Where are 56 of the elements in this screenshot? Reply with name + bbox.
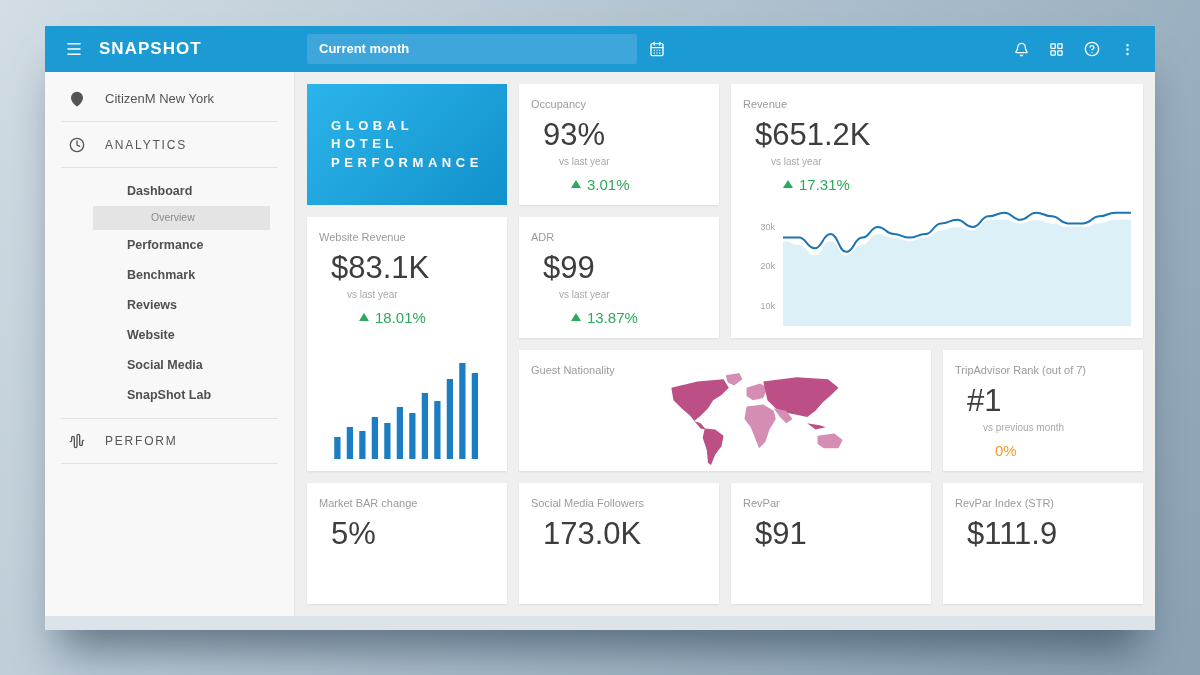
card-label: Website Revenue — [319, 230, 406, 245]
comparison-label: vs previous month — [983, 420, 1065, 435]
card-label: RevPar Index (STR) — [955, 496, 1055, 511]
change-value: 3.01% — [587, 176, 630, 192]
menu-icon[interactable] — [65, 40, 83, 58]
card-value: $651.2K — [755, 118, 871, 150]
up-triangle-icon — [571, 313, 581, 321]
bell-icon[interactable] — [1014, 41, 1029, 57]
location-label[interactable]: CitizenM New York — [105, 88, 215, 109]
help-icon[interactable] — [1084, 41, 1100, 57]
section-label[interactable]: PERFORM — [105, 432, 178, 450]
comparison-label: vs last year — [559, 287, 610, 302]
card-value: $83.1K — [331, 251, 430, 283]
card-label: Revenue — [743, 97, 788, 112]
card-value: 93% — [543, 118, 606, 150]
waveform-icon — [69, 433, 85, 449]
grid-icon[interactable] — [1049, 41, 1064, 57]
comparison-label: vs last year — [559, 154, 610, 169]
app-title: SNAPSHOT — [99, 38, 202, 61]
banner-title: GLOBAL HOTEL PERFORMANCE — [331, 117, 483, 172]
nav-item[interactable]: Benchmark — [115, 260, 270, 290]
nav-item[interactable]: SnapShot Lab — [115, 380, 270, 410]
change-value: 0% — [995, 442, 1017, 458]
card-value: 173.0K — [543, 517, 642, 549]
nav-item[interactable]: Performance — [115, 230, 270, 260]
up-triangle-icon — [571, 180, 581, 188]
card-label: TripAdvisor Rank (out of 7) — [955, 363, 1087, 378]
axis-label: 30k — [760, 220, 775, 234]
change-value: 17.31% — [799, 176, 850, 192]
change-value: 18.01% — [375, 309, 426, 325]
card-value: #1 — [967, 384, 1002, 416]
card-value: $99 — [543, 251, 595, 283]
nav-item[interactable]: Dashboard — [115, 176, 270, 206]
card-label: Guest Nationality — [531, 363, 615, 378]
comparison-label: vs last year — [771, 154, 822, 169]
calendar-icon[interactable] — [649, 41, 665, 57]
card-value: 5% — [331, 517, 376, 549]
axis-label: 10k — [760, 299, 775, 313]
nav-item[interactable]: Reviews — [115, 290, 270, 320]
up-triangle-icon — [783, 180, 793, 188]
axis-label: 20k — [760, 260, 775, 273]
comparison-label: vs last year — [347, 287, 398, 302]
section-label[interactable]: ANALYTICS — [105, 135, 187, 154]
card-label: Social Media Followers — [531, 496, 645, 511]
nav-item[interactable]: Social Media — [115, 350, 270, 380]
card-value: $111.9 — [967, 517, 1058, 549]
card-label: Market BAR change — [319, 496, 418, 511]
nav-item[interactable]: Website — [115, 320, 270, 350]
up-triangle-icon — [359, 313, 369, 321]
map-pin-icon — [69, 90, 85, 107]
card-value: $91 — [755, 517, 807, 549]
change-value: 13.87% — [587, 309, 638, 325]
card-label: ADR — [531, 230, 555, 245]
card-label: RevPar — [743, 496, 780, 511]
clock-icon — [69, 136, 85, 153]
card-label: Occupancy — [531, 97, 587, 112]
